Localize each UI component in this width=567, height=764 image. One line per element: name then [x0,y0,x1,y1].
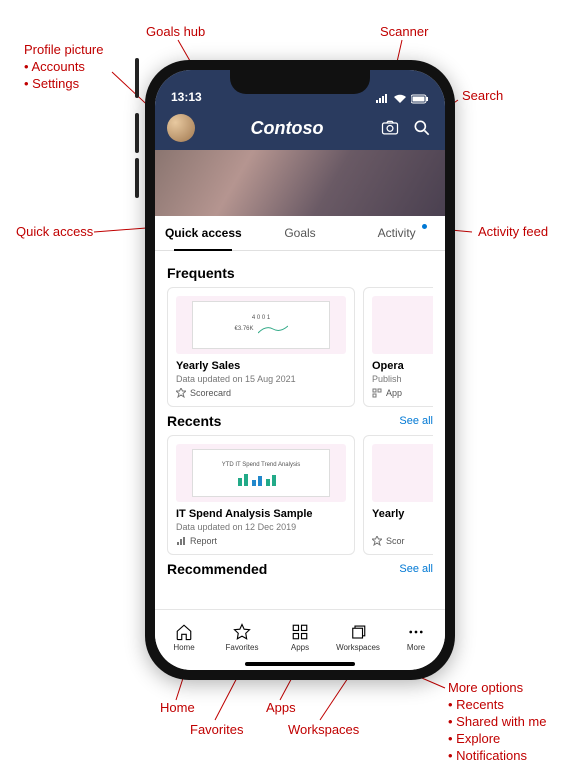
card-title: Yearly [372,508,433,520]
section-recommended-title: Recommended See all [167,561,433,577]
profile-avatar[interactable] [167,114,195,142]
status-time: 13:13 [171,90,202,104]
tab-bar: Quick access Goals Activity [155,216,445,251]
nav-more[interactable]: More [391,623,441,652]
apps-icon [291,623,309,641]
more-icon [407,623,425,641]
card-type: Scorecard [176,388,346,398]
app-header: Contoso [155,106,445,150]
home-indicator[interactable] [245,662,355,666]
tab-goals[interactable]: Goals [252,216,349,250]
tab-activity[interactable]: Activity [348,216,445,250]
see-all-recents[interactable]: See all [399,415,433,427]
card-subtitle: Publish [372,374,433,384]
frequents-row[interactable]: 4 0 0 1 €3.76K Yearly Sales Data updated… [167,287,433,407]
scanner-icon[interactable] [379,117,401,139]
bottom-nav: Home Favorites Apps Workspaces More [155,609,445,670]
card-thumb: YTD IT Spend Trend Analysis [176,444,346,502]
card-thumb [372,296,433,354]
annotation-activity: Activity feed [478,224,548,241]
phone-screen: 13:13 Contoso Quick access Goals Activit… [155,70,445,670]
recents-row[interactable]: YTD IT Spend Trend Analysis IT Spend Ana… [167,435,433,555]
card-yearly-sales[interactable]: 4 0 0 1 €3.76K Yearly Sales Data updated… [167,287,355,407]
card-subtitle: Data updated on 12 Dec 2019 [176,522,346,532]
activity-indicator-dot [422,224,427,229]
annotation-goals: Goals hub [146,24,205,41]
annotation-scanner: Scanner [380,24,428,41]
search-icon[interactable] [411,117,433,139]
card-title: Yearly Sales [176,360,346,372]
nav-home[interactable]: Home [159,623,209,652]
phone-frame: 13:13 Contoso Quick access Goals Activit… [145,60,455,680]
card-thumb: 4 0 0 1 €3.76K [176,296,346,354]
workspaces-icon [349,623,367,641]
annotation-quick: Quick access [16,224,93,241]
content-area: Frequents 4 0 0 1 €3.76K Yearly Sales [155,251,445,625]
card-thumb [372,444,433,502]
card-type: App [372,388,433,398]
notch [230,70,370,94]
home-icon [175,623,193,641]
nav-favorites[interactable]: Favorites [217,623,267,652]
annotation-apps: Apps [266,700,296,717]
hero-banner [155,150,445,216]
annotation-workspaces: Workspaces [288,722,359,739]
annotation-more: More options • Recents • Shared with me … [448,680,547,764]
star-icon [233,623,251,641]
annotation-favorites: Favorites [190,722,243,739]
card-subtitle: Data updated on 15 Aug 2021 [176,374,346,384]
annotation-profile: Profile picture • Accounts • Settings [24,42,103,93]
card-yearly-2[interactable]: Yearly Scor [363,435,433,555]
card-title: IT Spend Analysis Sample [176,508,346,520]
card-type: Report [176,536,346,546]
card-title: Opera [372,360,433,372]
section-frequents-title: Frequents [167,265,433,281]
card-it-spend[interactable]: YTD IT Spend Trend Analysis IT Spend Ana… [167,435,355,555]
annotation-home: Home [160,700,195,717]
brand-title: Contoso [205,118,369,139]
section-recents-title: Recents See all [167,413,433,429]
annotation-search: Search [462,88,503,105]
card-subtitle [372,522,433,532]
tab-quick-access[interactable]: Quick access [155,216,252,250]
status-icons [375,94,429,104]
card-type: Scor [372,536,433,546]
see-all-recommended[interactable]: See all [399,563,433,575]
nav-workspaces[interactable]: Workspaces [333,623,383,652]
card-opera[interactable]: Opera Publish App [363,287,433,407]
nav-apps[interactable]: Apps [275,623,325,652]
